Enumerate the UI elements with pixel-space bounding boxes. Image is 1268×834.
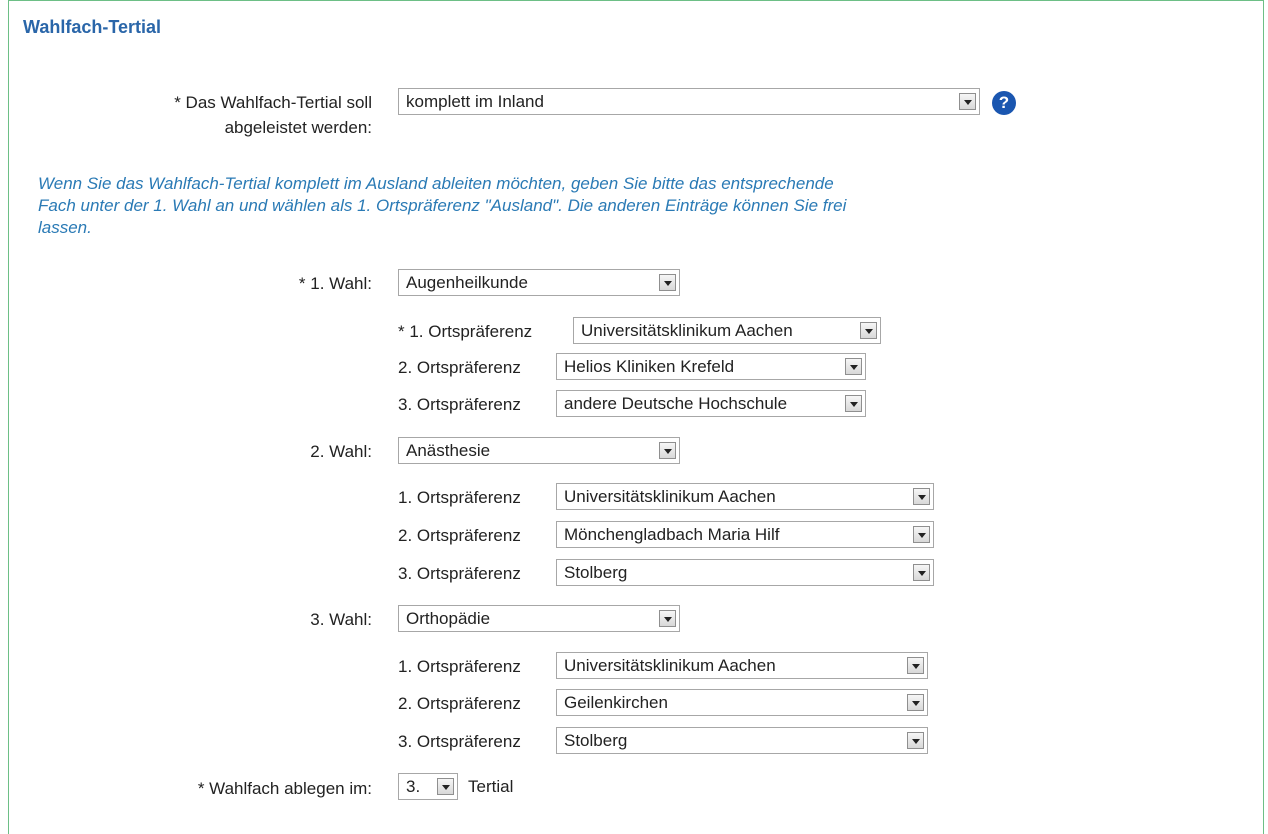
chevron-down-icon: [913, 526, 930, 543]
choice-3-pref-3-label: 3. Ortspräferenz: [398, 732, 521, 751]
mode-select[interactable]: komplett im Inland: [398, 88, 980, 115]
choice-3-pref-1-label: 1. Ortspräferenz: [398, 657, 521, 676]
mode-label-line2: abgeleistet werden:: [224, 118, 372, 137]
choice-3-pref-3-value: Stolberg: [564, 731, 628, 750]
choice-2-label: 2. Wahl:: [310, 442, 372, 461]
choice-2-subject-value: Anästhesie: [406, 441, 491, 460]
choice-2-pref-2-value: Mönchengladbach Maria Hilf: [564, 525, 780, 544]
chevron-down-icon: [907, 732, 924, 749]
choice-3-pref-3-select[interactable]: Stolberg: [556, 727, 928, 754]
chevron-down-icon: [659, 610, 676, 627]
choice-1-subject-select[interactable]: Augenheilkunde: [398, 269, 680, 296]
choice-2-pref-2-label: 2. Ortspräferenz: [398, 526, 521, 545]
tertial-label: * Wahlfach ablegen im:: [197, 779, 372, 798]
choice-2-pref-3-select[interactable]: Stolberg: [556, 559, 934, 586]
choice-3-label: 3. Wahl:: [310, 610, 372, 629]
choice-2-pref-1-value: Universitätsklinikum Aachen: [564, 487, 776, 506]
choice-1-pref-1-select[interactable]: Universitätsklinikum Aachen: [573, 317, 881, 344]
choice-2-subject-select[interactable]: Anästhesie: [398, 437, 680, 464]
mode-select-value: komplett im Inland: [406, 92, 544, 111]
chevron-down-icon: [659, 274, 676, 291]
chevron-down-icon: [437, 778, 454, 795]
chevron-down-icon: [913, 488, 930, 505]
choice-3-pref-1-value: Universitätsklinikum Aachen: [564, 656, 776, 675]
chevron-down-icon: [913, 564, 930, 581]
choice-1-pref-1-value: Universitätsklinikum Aachen: [581, 321, 793, 340]
chevron-down-icon: [659, 442, 676, 459]
tertial-select[interactable]: 3.: [398, 773, 458, 800]
choice-1-pref-3-value: andere Deutsche Hochschule: [564, 394, 788, 413]
chevron-down-icon: [907, 657, 924, 674]
choice-3-pref-1-select[interactable]: Universitätsklinikum Aachen: [556, 652, 928, 679]
chevron-down-icon: [845, 395, 862, 412]
mode-label-line1: * Das Wahlfach-Tertial soll: [174, 93, 372, 112]
chevron-down-icon: [845, 358, 862, 375]
choice-1-label: * 1. Wahl:: [298, 274, 372, 293]
choice-1-pref-3-select[interactable]: andere Deutsche Hochschule: [556, 390, 866, 417]
choice-1-pref-2-label: 2. Ortspräferenz: [398, 358, 521, 377]
choice-1-subject-value: Augenheilkunde: [406, 273, 528, 292]
choice-2-pref-3-value: Stolberg: [564, 563, 628, 582]
choice-3-subject-value: Orthopädie: [406, 609, 491, 628]
choice-2-pref-1-label: 1. Ortspräferenz: [398, 488, 521, 507]
section-title: Wahlfach-Tertial: [23, 17, 162, 37]
choice-3-subject-select[interactable]: Orthopädie: [398, 605, 680, 632]
tertial-suffix: Tertial: [468, 777, 514, 796]
choice-3-pref-2-select[interactable]: Geilenkirchen: [556, 689, 928, 716]
help-icon[interactable]: ?: [992, 91, 1016, 115]
choice-1-pref-3-label: 3. Ortspräferenz: [398, 395, 521, 414]
choice-2-pref-1-select[interactable]: Universitätsklinikum Aachen: [556, 483, 934, 510]
hint-text: Wenn Sie das Wahlfach-Tertial komplett i…: [38, 174, 847, 237]
choice-1-pref-2-value: Helios Kliniken Krefeld: [564, 357, 735, 376]
choice-3-pref-2-label: 2. Ortspräferenz: [398, 694, 521, 713]
tertial-select-value: 3.: [406, 777, 421, 796]
choice-1-pref-1-label: * 1. Ortspräferenz: [398, 322, 533, 341]
choice-2-pref-3-label: 3. Ortspräferenz: [398, 564, 521, 583]
chevron-down-icon: [907, 694, 924, 711]
choice-3-pref-2-value: Geilenkirchen: [564, 693, 668, 712]
choice-1-pref-2-select[interactable]: Helios Kliniken Krefeld: [556, 353, 866, 380]
choice-2-pref-2-select[interactable]: Mönchengladbach Maria Hilf: [556, 521, 934, 548]
chevron-down-icon: [860, 322, 877, 339]
chevron-down-icon: [959, 93, 976, 110]
